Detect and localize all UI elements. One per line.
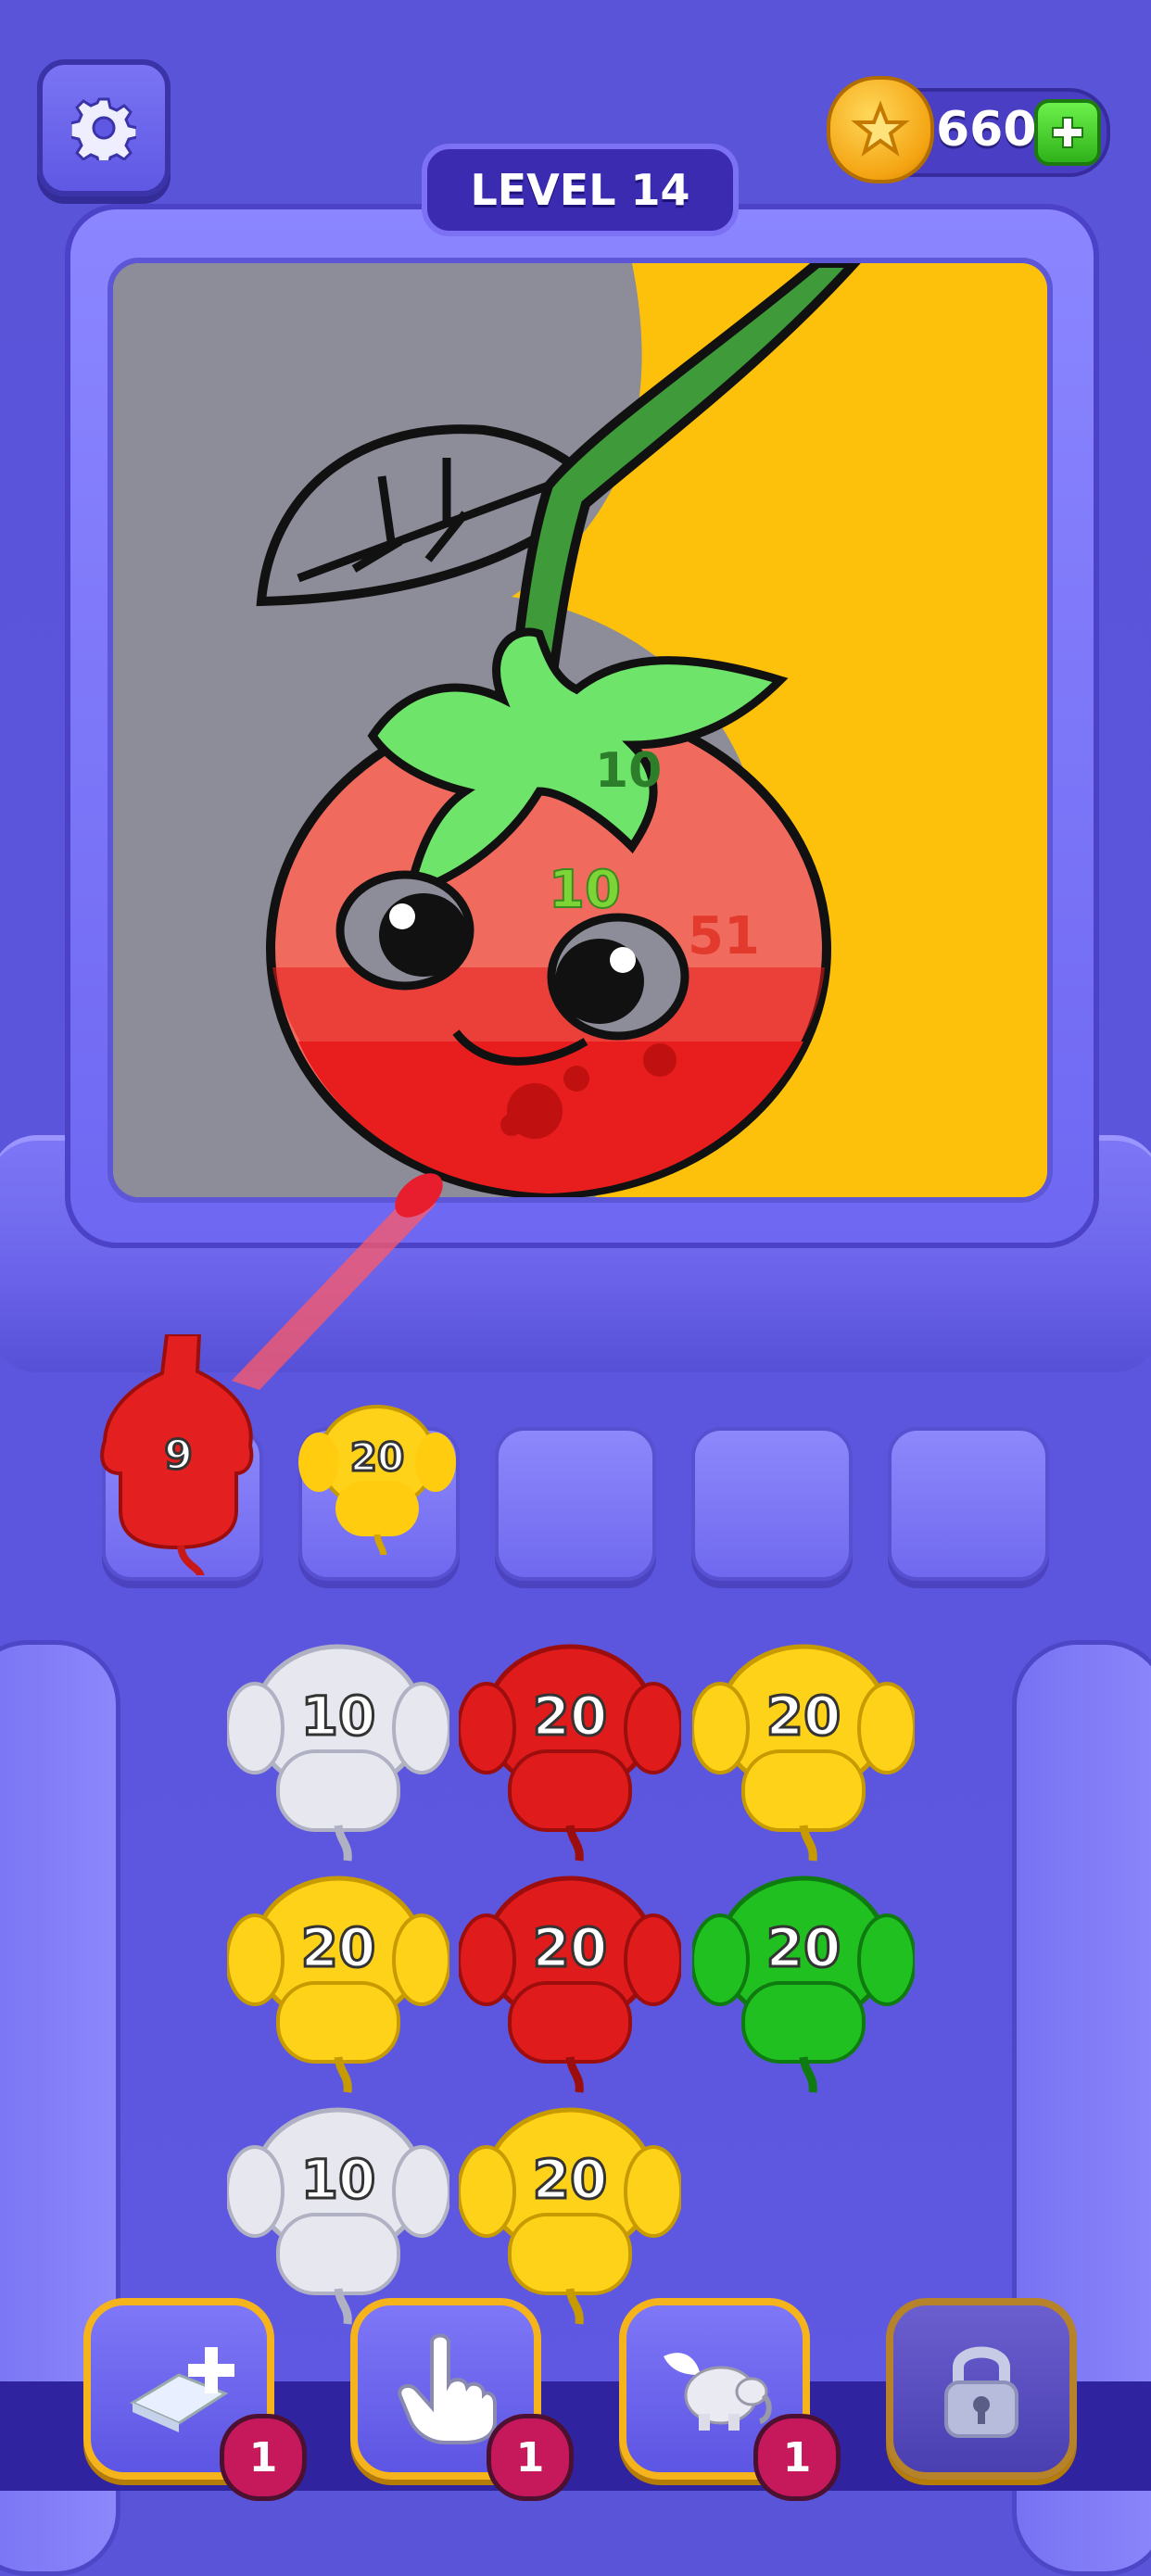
active-figure-count: 20 (348, 1433, 405, 1482)
queue-figure-count: 20 (765, 1684, 842, 1749)
queue-figure-count: 20 (531, 2147, 609, 2213)
active-slot-3[interactable] (495, 1427, 656, 1581)
powerup-tap-count: 1 (491, 2418, 569, 2496)
queue-figure-red[interactable]: 20 (457, 1631, 683, 1863)
queue-figure-white[interactable]: 10 (225, 2094, 451, 2326)
queue-figure-yellow[interactable]: 20 (225, 1863, 451, 2094)
winged-elephant-icon (664, 2353, 772, 2431)
active-figure-count: 9 (163, 1431, 195, 1481)
region-count-tomato: 51 (688, 906, 760, 966)
settings-button[interactable] (37, 59, 171, 196)
add-coins-button[interactable] (1034, 99, 1101, 166)
queue-figure-white[interactable]: 10 (225, 1631, 451, 1863)
tomato-drawing: 10 10 51 (113, 263, 1047, 1197)
plus-icon (1052, 117, 1083, 148)
active-figure-red[interactable]: 9 (97, 1332, 259, 1579)
star-coin-icon (827, 76, 934, 183)
card-plus-icon (129, 2347, 234, 2432)
queue-figure-count: 20 (299, 1915, 377, 1981)
padlock-icon (944, 2346, 1018, 2438)
queue-figure-yellow[interactable]: 20 (690, 1631, 917, 1863)
active-slot-4[interactable] (691, 1427, 853, 1581)
coin-count: 660 (936, 102, 1037, 158)
coloring-canvas: 10 10 51 (108, 258, 1053, 1203)
queue-figure-count: 20 (531, 1684, 609, 1749)
powerup-add-slot-count: 1 (224, 2418, 302, 2496)
region-count-leaves: 10 (549, 860, 621, 920)
queue-figure-count: 20 (531, 1915, 609, 1981)
queue-figure-yellow[interactable]: 20 (457, 2094, 683, 2326)
queue-figure-count: 20 (765, 1915, 842, 1981)
queue-figure-count: 10 (299, 1684, 377, 1749)
queue-figure-count: 10 (299, 2147, 377, 2213)
region-count-stem: 10 (595, 743, 662, 799)
powerup-fly-count: 1 (758, 2418, 836, 2496)
level-badge: LEVEL 14 (422, 144, 739, 236)
gear-icon (71, 97, 136, 160)
powerup-locked-button[interactable] (886, 2298, 1077, 2480)
pointing-hand-icon (398, 2333, 497, 2444)
active-figure-yellow[interactable]: 20 (298, 1397, 456, 1558)
active-slot-5[interactable] (888, 1427, 1049, 1581)
queue-figure-green[interactable]: 20 (690, 1863, 917, 2094)
queue-figure-red[interactable]: 20 (457, 1863, 683, 2094)
